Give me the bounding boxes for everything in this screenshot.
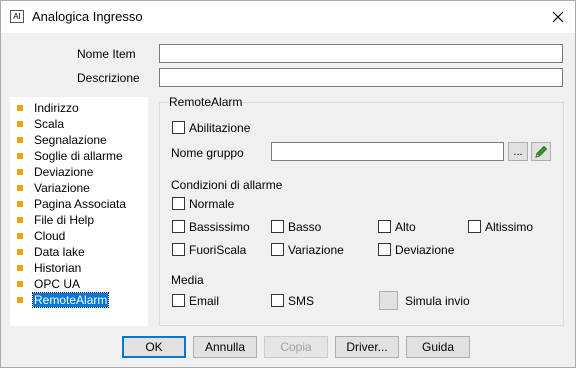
remote-alarm-group bbox=[159, 102, 564, 326]
bullet-icon bbox=[17, 201, 23, 207]
driver-button[interactable]: Driver... bbox=[335, 336, 399, 358]
app-icon: AI bbox=[10, 10, 24, 23]
list-item-label: Pagina Associata bbox=[34, 197, 127, 211]
list-item-label: Variazione bbox=[34, 181, 90, 195]
description-label: Descrizione bbox=[77, 71, 140, 85]
normale-label: Normale bbox=[189, 197, 235, 211]
bullet-icon bbox=[17, 297, 23, 303]
basso-label: Basso bbox=[288, 220, 322, 234]
description-input[interactable] bbox=[159, 68, 563, 87]
alto-checkbox[interactable] bbox=[378, 220, 391, 233]
bullet-icon bbox=[17, 233, 23, 239]
altissimo-label: Altissimo bbox=[485, 220, 534, 234]
email-checkbox[interactable] bbox=[172, 294, 185, 307]
close-icon bbox=[552, 11, 564, 23]
bullet-icon bbox=[17, 105, 23, 111]
enable-checkbox[interactable] bbox=[172, 121, 185, 134]
guide-button[interactable]: Guida bbox=[406, 336, 470, 358]
window-title: Analogica Ingresso bbox=[32, 9, 143, 24]
list-item-label: Cloud bbox=[34, 229, 66, 243]
name-label: Nome Item bbox=[77, 47, 136, 61]
pencil-icon bbox=[535, 145, 548, 158]
basso-checkbox[interactable] bbox=[271, 220, 284, 233]
email-label: Email bbox=[189, 294, 220, 308]
sms-label: SMS bbox=[288, 294, 315, 308]
fuoriscala-label: FuoriScala bbox=[189, 243, 247, 257]
bullet-icon bbox=[17, 153, 23, 159]
altissimo-checkbox[interactable] bbox=[468, 220, 481, 233]
alto-label: Alto bbox=[395, 220, 416, 234]
list-item-label: Scala bbox=[34, 117, 65, 131]
ok-button[interactable]: OK bbox=[122, 336, 186, 358]
group-title: RemoteAlarm bbox=[168, 95, 244, 109]
bullet-icon bbox=[17, 249, 23, 255]
deviazione-checkbox[interactable] bbox=[378, 243, 391, 256]
category-list: Indirizzo Scala Segnalazione Soglie di a… bbox=[10, 97, 148, 326]
group-name-label: Nome gruppo bbox=[171, 146, 244, 160]
name-input[interactable] bbox=[159, 44, 563, 63]
fuoriscala-checkbox[interactable] bbox=[172, 243, 185, 256]
normale-checkbox[interactable] bbox=[172, 197, 185, 210]
dialog-window: AI Analogica Ingresso Nome Item Descrizi… bbox=[0, 0, 576, 368]
list-item-label: Historian bbox=[34, 261, 82, 275]
copy-button[interactable]: Copia bbox=[264, 336, 328, 358]
bullet-icon bbox=[17, 281, 23, 287]
sms-checkbox[interactable] bbox=[271, 294, 284, 307]
deviazione-label: Deviazione bbox=[395, 243, 455, 257]
list-item-label: OPC UA bbox=[34, 277, 81, 291]
simulate-send-button[interactable] bbox=[379, 291, 398, 310]
variazione-checkbox[interactable] bbox=[271, 243, 284, 256]
browse-button[interactable]: ... bbox=[508, 142, 528, 161]
title-bar: AI Analogica Ingresso bbox=[1, 1, 575, 33]
bassissimo-checkbox[interactable] bbox=[172, 220, 185, 233]
bassissimo-label: Bassissimo bbox=[189, 220, 250, 234]
list-item-label: Segnalazione bbox=[34, 133, 107, 147]
enable-label: Abilitazione bbox=[189, 121, 251, 135]
simulate-send-label: Simula invio bbox=[405, 294, 470, 308]
close-button[interactable] bbox=[541, 1, 575, 33]
bullet-icon bbox=[17, 185, 23, 191]
list-item-label: Deviazione bbox=[34, 165, 94, 179]
bullet-icon bbox=[17, 265, 23, 271]
bullet-icon bbox=[17, 217, 23, 223]
edit-button[interactable] bbox=[531, 142, 551, 161]
bullet-icon bbox=[17, 137, 23, 143]
group-name-input[interactable] bbox=[271, 142, 504, 161]
list-item-label: RemoteAlarm bbox=[31, 292, 110, 308]
list-item-label: Indirizzo bbox=[34, 101, 79, 115]
media-label: Media bbox=[171, 273, 204, 287]
cancel-button[interactable]: Annulla bbox=[193, 336, 257, 358]
bullet-icon bbox=[17, 169, 23, 175]
variazione-label: Variazione bbox=[288, 243, 344, 257]
list-item-label: Data lake bbox=[34, 245, 85, 259]
list-item-label: File di Help bbox=[34, 213, 95, 227]
bullet-icon bbox=[17, 121, 23, 127]
list-item-label: Soglie di allarme bbox=[34, 149, 123, 163]
conditions-label: Condizioni di allarme bbox=[171, 178, 283, 192]
